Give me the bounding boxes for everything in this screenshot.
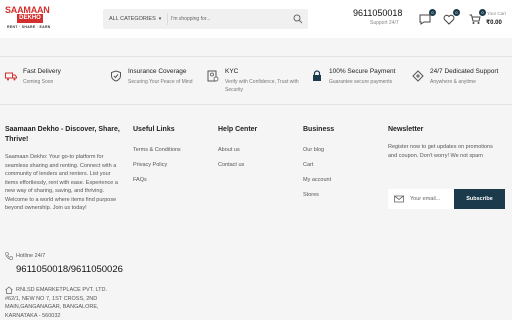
useful-links-title: Useful Links — [133, 126, 175, 133]
feature-subtitle: Anywhere & anytime — [430, 79, 476, 85]
help-center-column: Help Center About us Contact us — [218, 125, 257, 168]
newsletter-column: Newsletter — [388, 125, 423, 135]
link-cart[interactable]: Cart — [303, 162, 334, 168]
cart-button[interactable]: 0 — [469, 9, 486, 24]
search-icon[interactable] — [292, 13, 304, 25]
link-terms[interactable]: Terms & Conditions — [133, 147, 181, 153]
feature-title: KYC — [225, 68, 239, 75]
link-faqs[interactable]: FAQs — [133, 177, 181, 183]
cart-badge: 0 — [479, 9, 486, 16]
about-text: Saamaan Dekho: Your go-to platform for s… — [5, 154, 118, 211]
cart-total[interactable]: ₹0.00 — [486, 19, 502, 26]
search-input[interactable] — [171, 12, 281, 26]
hotline-numbers[interactable]: 9611050018/9611050026 — [16, 264, 123, 275]
logo-box: DEKHO — [17, 14, 43, 23]
feature-subtitle: Coming Soon — [23, 79, 54, 85]
search-divider — [167, 13, 168, 25]
category-select[interactable]: ALL CATEGORIES ▾ — [109, 9, 161, 29]
cart-label: Your Cart — [487, 11, 506, 16]
shield-icon — [111, 70, 121, 82]
business-title: Business — [303, 126, 335, 133]
hotline-label: Hotline 24/7 — [16, 253, 46, 259]
business-column: Business Our blog Cart My account Stores — [303, 125, 334, 198]
brand-logo[interactable]: SAAMAAN DEKHO RENT · SHARE · EARN — [5, 3, 57, 33]
feature-title: Fast Delivery — [23, 68, 61, 75]
chat-button[interactable]: 0 — [419, 9, 436, 25]
link-about[interactable]: About us — [218, 147, 257, 153]
link-privacy[interactable]: Privacy Policy — [133, 162, 181, 168]
search-bar: ALL CATEGORIES ▾ — [103, 9, 308, 29]
logo-tagline: RENT · SHARE · EARN — [7, 25, 51, 29]
subscribe-button[interactable]: Subscribe — [454, 189, 505, 209]
support-label: Support 24/7 — [370, 20, 399, 26]
phone-icon — [5, 252, 13, 260]
wishlist-button[interactable]: 0 — [443, 9, 460, 25]
newsletter-email-input[interactable] — [410, 192, 452, 206]
feature-subtitle: Guarantee secure payments — [329, 79, 393, 85]
feature-subtitle: Securing Your Peace of Mind — [128, 79, 193, 85]
truck-icon — [5, 72, 17, 81]
section-divider — [0, 56, 512, 57]
newsletter-form: Subscribe — [388, 189, 505, 209]
support-icon — [412, 70, 424, 82]
chat-icon — [419, 14, 431, 25]
about-title: Saamaan Dekho - Discover, Share, Thrive! — [5, 126, 120, 143]
feature-title: Insurance Coverage — [128, 68, 187, 75]
feature-subtitle: Verify with Confidence, Trust with Secur… — [225, 79, 299, 93]
link-account[interactable]: My account — [303, 177, 334, 183]
useful-links-column: Useful Links Terms & Conditions Privacy … — [133, 125, 181, 183]
chevron-down-icon: ▾ — [158, 16, 162, 22]
chat-badge: 0 — [429, 9, 436, 16]
kyc-icon — [207, 70, 219, 82]
link-blog[interactable]: Our blog — [303, 147, 334, 153]
lock-icon — [313, 70, 321, 81]
wishlist-badge: 0 — [453, 9, 460, 16]
section-divider — [0, 104, 512, 105]
feature-title: 100% Secure Payment — [329, 68, 396, 75]
heart-icon — [443, 14, 455, 25]
link-stores[interactable]: Stores — [303, 192, 334, 198]
newsletter-title: Newsletter — [388, 126, 424, 133]
company-address: RNLSD EMARKETPLACE PVT. LTD. #62/1, NEW … — [5, 287, 107, 319]
help-center-title: Help Center — [218, 126, 258, 133]
site-header: SAAMAAN DEKHO RENT · SHARE · EARN ALL CA… — [0, 0, 512, 38]
header-phone[interactable]: 9611050018 — [353, 8, 402, 18]
cart-icon — [469, 14, 481, 24]
mail-icon — [394, 195, 404, 203]
category-label: ALL CATEGORIES — [109, 16, 156, 22]
about-column: Saamaan Dekho - Discover, Share, Thrive! — [5, 125, 123, 145]
newsletter-text: Register now to get updates on promotion… — [388, 144, 493, 159]
link-contact[interactable]: Contact us — [218, 162, 257, 168]
feature-title: 24/7 Dedicated Support — [430, 68, 499, 75]
